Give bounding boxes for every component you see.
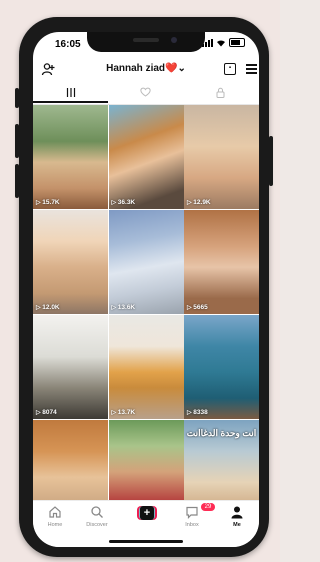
nav-label: Discover [86, 522, 108, 528]
view-count: 13.7K [112, 409, 135, 416]
username: Hannah ziad [106, 63, 166, 74]
calendar-icon[interactable]: ▪ [224, 63, 236, 75]
nav-me[interactable]: Me [217, 505, 257, 528]
lock-icon [216, 87, 225, 98]
video-thumbnail[interactable]: 36.3K [108, 105, 184, 209]
video-thumbnail[interactable]: 13.7K [108, 315, 184, 419]
nav-discover[interactable]: Discover [77, 505, 117, 528]
video-thumbnail[interactable]: 8338 [184, 315, 259, 419]
video-grid: 15.7K 36.3K 12.9K 12.0K 13.6K 5665 8074 … [33, 105, 259, 524]
video-thumbnail[interactable]: 12.9K [184, 105, 259, 209]
nav-label: Me [233, 522, 241, 528]
tab-liked[interactable] [108, 82, 183, 103]
phone-screen: 16:05 Hannah ziad❤️⌄ ▪ 15.7K [33, 32, 259, 547]
phone-mute-switch [15, 88, 19, 108]
view-count: 12.9K [187, 199, 210, 206]
phone-power-button [269, 136, 273, 186]
view-count: 13.6K [112, 304, 135, 311]
inbox-icon [186, 506, 198, 519]
home-icon [49, 506, 61, 518]
video-caption: انت وحدة الدغاانت [186, 428, 257, 438]
view-count: 8338 [187, 409, 207, 416]
tab-private[interactable] [183, 82, 258, 103]
bottom-nav: Home Discover + Inbox 29 Me [33, 500, 259, 547]
phone-volume-down [15, 164, 19, 198]
grid-icon [66, 87, 75, 97]
home-indicator [109, 540, 183, 543]
view-count: 5665 [187, 304, 207, 311]
search-icon [91, 506, 103, 518]
nav-label: Home [47, 522, 63, 528]
view-count: 12.0K [36, 304, 59, 311]
status-time: 16:05 [55, 39, 81, 50]
nav-label: Inbox [185, 522, 199, 528]
video-thumbnail[interactable]: 5665 [184, 210, 259, 314]
video-thumbnail[interactable]: 8074 [33, 315, 108, 419]
view-count: 36.3K [112, 199, 135, 206]
create-button[interactable]: + [137, 506, 157, 520]
phone-volume-up [15, 124, 19, 158]
liked-heart-icon [140, 87, 151, 97]
tab-videos[interactable] [33, 82, 108, 103]
notch [87, 32, 205, 52]
battery-icon [229, 38, 245, 47]
view-count: 15.7K [36, 199, 59, 206]
profile-header: Hannah ziad❤️⌄ ▪ [33, 58, 259, 80]
nav-home[interactable]: Home [35, 505, 75, 528]
view-count: 8074 [36, 409, 56, 416]
video-thumbnail[interactable]: 15.7K [33, 105, 108, 209]
wifi-icon [217, 39, 225, 46]
profile-icon [231, 506, 243, 519]
heart-emoji: ❤️ [165, 63, 178, 74]
profile-tabs [33, 82, 259, 105]
video-thumbnail[interactable]: 13.6K [108, 210, 184, 314]
chevron-down-icon: ⌄ [177, 63, 186, 74]
menu-icon[interactable] [246, 64, 257, 76]
video-thumbnail[interactable]: 12.0K [33, 210, 108, 314]
plus-icon: + [140, 506, 154, 520]
inbox-badge: 29 [201, 503, 215, 511]
